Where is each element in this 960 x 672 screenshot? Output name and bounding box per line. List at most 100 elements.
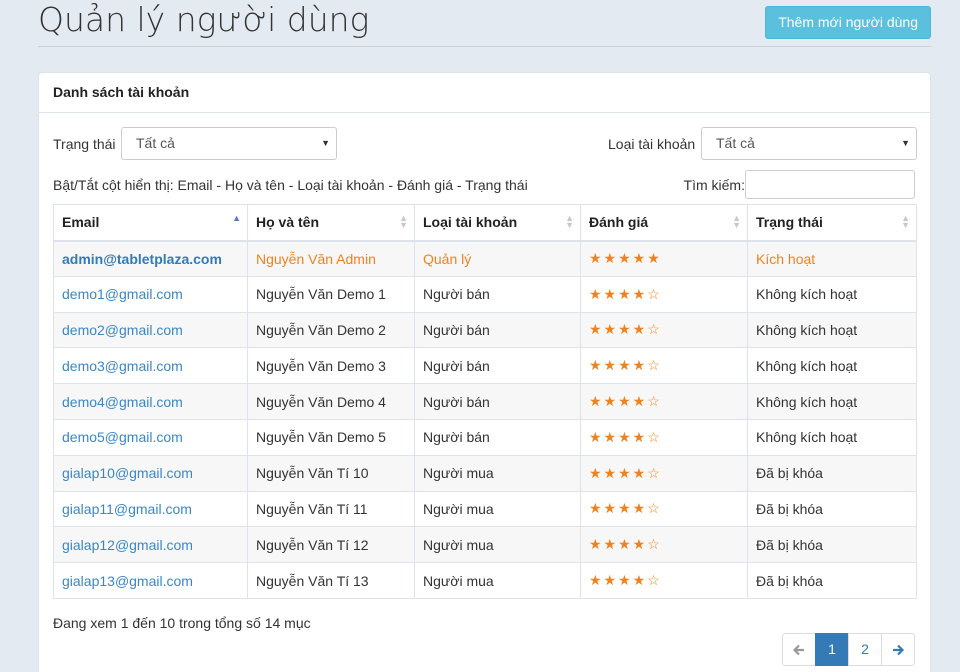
page-2-button[interactable]: 2 [848, 633, 882, 666]
email-link[interactable]: demo4@gmail.com [53, 383, 248, 420]
status: Không kích hoạt [747, 311, 917, 349]
email-link[interactable]: gialap13@gmail.com [53, 562, 248, 599]
full-name: Nguyễn Văn Tí 13 [247, 562, 415, 599]
type-filter-select[interactable]: Tất cả ▼ [701, 127, 917, 160]
next-page-button[interactable] [881, 633, 915, 666]
accounts-panel: Danh sách tài khoản Trạng thái Tất cả ▼ … [38, 72, 931, 672]
full-name: Nguyễn Văn Demo 2 [247, 311, 415, 349]
rating-stars: ★★★★☆ [589, 357, 662, 374]
table-row[interactable]: demo3@gmail.com Nguyễn Văn Demo 3 Người … [53, 347, 917, 385]
rating: ★★★★☆ [580, 383, 748, 420]
column-header-label: Đánh giá [589, 214, 649, 231]
table-row[interactable]: demo1@gmail.com Nguyễn Văn Demo 1 Người … [53, 275, 917, 313]
status: Đã bị khóa [747, 526, 917, 564]
account-type: Người mua [414, 526, 581, 564]
full-name: Nguyễn Văn Tí 11 [247, 490, 415, 528]
table-row[interactable]: demo2@gmail.com Nguyễn Văn Demo 2 Người … [53, 311, 917, 349]
sort-icon: ▲ ▼ [565, 213, 574, 230]
rating-stars: ★★★★☆ [589, 464, 662, 481]
column-header-name[interactable]: Họ và tên ▲ ▼ [247, 204, 415, 242]
column-header-label: Trạng thái [756, 214, 823, 231]
account-type: Người bán [414, 383, 581, 420]
status: Không kích hoạt [747, 275, 917, 313]
panel-title: Danh sách tài khoản [39, 73, 930, 113]
add-user-button[interactable]: Thêm mới người dùng [765, 6, 931, 39]
rating: ★★★★☆ [580, 275, 748, 313]
search-input[interactable] [745, 170, 915, 199]
rating: ★★★★☆ [580, 562, 748, 599]
table-row[interactable]: demo4@gmail.com Nguyễn Văn Demo 4 Người … [53, 383, 917, 420]
sort-icon: ▲ ▼ [399, 213, 408, 230]
rating-stars: ★★★★☆ [589, 572, 662, 589]
full-name: Nguyễn Văn Demo 1 [247, 275, 415, 313]
status: Đã bị khóa [747, 490, 917, 528]
search-label: Tìm kiếm: [683, 177, 745, 193]
table-row[interactable]: admin@tabletplaza.com Nguyễn Văn Admin Q… [53, 240, 917, 277]
table-body: admin@tabletplaza.com Nguyễn Văn Admin Q… [53, 240, 917, 599]
status: Đã bị khóa [747, 562, 917, 599]
table-header-row: Email ▲ Họ và tên ▲ ▼ Loại tài khoản ▲ ▼ Đánh… [53, 204, 917, 242]
status-filter-label: Trạng thái [53, 136, 116, 152]
email-link[interactable]: demo2@gmail.com [53, 311, 248, 349]
table-row[interactable]: gialap11@gmail.com Nguyễn Văn Tí 11 Ngườ… [53, 490, 917, 528]
status: Không kích hoạt [747, 383, 917, 420]
arrow-left-icon [792, 645, 804, 656]
sort-asc-icon: ▲ [232, 213, 241, 223]
email-link[interactable]: gialap10@gmail.com [53, 454, 248, 492]
status: Đã bị khóa [747, 454, 917, 492]
full-name: Nguyễn Văn Demo 3 [247, 347, 415, 385]
type-filter-label: Loại tài khoản [608, 136, 696, 152]
column-header-rating[interactable]: Đánh giá ▲ ▼ [580, 204, 748, 242]
rating: ★★★★☆ [580, 311, 748, 349]
rating: ★★★★☆ [580, 418, 748, 456]
rating-stars: ★★★★☆ [589, 321, 662, 338]
email-link[interactable]: gialap11@gmail.com [53, 490, 248, 528]
status: Kích hoạt [747, 240, 917, 277]
account-type: Người bán [414, 347, 581, 385]
account-type: Người bán [414, 311, 581, 349]
status: Không kích hoạt [747, 418, 917, 456]
type-filter-value: Tất cả [716, 135, 755, 151]
table-row[interactable]: gialap13@gmail.com Nguyễn Văn Tí 13 Ngườ… [53, 562, 917, 599]
email-link[interactable]: demo1@gmail.com [53, 275, 248, 313]
full-name: Nguyễn Văn Demo 5 [247, 418, 415, 456]
page-header: Quản lý người dùng Thêm mới người dùng [38, 0, 931, 47]
account-type: Quản lý [414, 240, 581, 277]
email-link[interactable]: demo3@gmail.com [53, 347, 248, 385]
pagination-info: Đang xem 1 đến 10 trong tổng số 14 mục [53, 615, 311, 631]
column-header-label: Email [62, 214, 100, 231]
rating-stars: ★★★★☆ [589, 428, 662, 445]
full-name: Nguyễn Văn Tí 10 [247, 454, 415, 492]
rating: ★★★★☆ [580, 347, 748, 385]
status-filter-value: Tất cả [136, 135, 175, 151]
column-header-type[interactable]: Loại tài khoản ▲ ▼ [414, 204, 581, 242]
table-row[interactable]: gialap10@gmail.com Nguyễn Văn Tí 10 Ngườ… [53, 454, 917, 492]
email-link[interactable]: demo5@gmail.com [53, 418, 248, 456]
rating-stars: ★★★★☆ [589, 393, 662, 410]
full-name: Nguyễn Văn Admin [247, 240, 415, 277]
status-filter-select[interactable]: Tất cả ▼ [121, 127, 337, 160]
rating-stars: ★★★★☆ [589, 285, 662, 302]
status: Không kích hoạt [747, 347, 917, 385]
column-toggle-links[interactable]: Bật/Tắt cột hiển thị: Email - Họ và tên … [53, 175, 528, 195]
full-name: Nguyễn Văn Tí 12 [247, 526, 415, 564]
arrow-right-icon [893, 645, 905, 656]
account-type: Người mua [414, 454, 581, 492]
chevron-down-icon: ▼ [901, 138, 910, 148]
account-type: Người mua [414, 490, 581, 528]
table-row[interactable]: demo5@gmail.com Nguyễn Văn Demo 5 Người … [53, 418, 917, 456]
page-1-button[interactable]: 1 [815, 633, 849, 666]
prev-page-button[interactable] [782, 633, 816, 666]
column-header-label: Họ và tên [256, 214, 320, 231]
full-name: Nguyễn Văn Demo 4 [247, 383, 415, 420]
account-type: Người bán [414, 275, 581, 313]
accounts-table: Email ▲ Họ và tên ▲ ▼ Loại tài khoản ▲ ▼ Đánh… [53, 204, 917, 599]
email-link[interactable]: admin@tabletplaza.com [53, 240, 248, 277]
pagination: 1 2 [782, 633, 915, 666]
email-link[interactable]: gialap12@gmail.com [53, 526, 248, 564]
account-type: Người mua [414, 562, 581, 599]
column-header-status[interactable]: Trạng thái ▲ ▼ [747, 204, 917, 242]
rating: ★★★★☆ [580, 454, 748, 492]
column-header-email[interactable]: Email ▲ [53, 204, 248, 242]
table-row[interactable]: gialap12@gmail.com Nguyễn Văn Tí 12 Ngườ… [53, 526, 917, 564]
